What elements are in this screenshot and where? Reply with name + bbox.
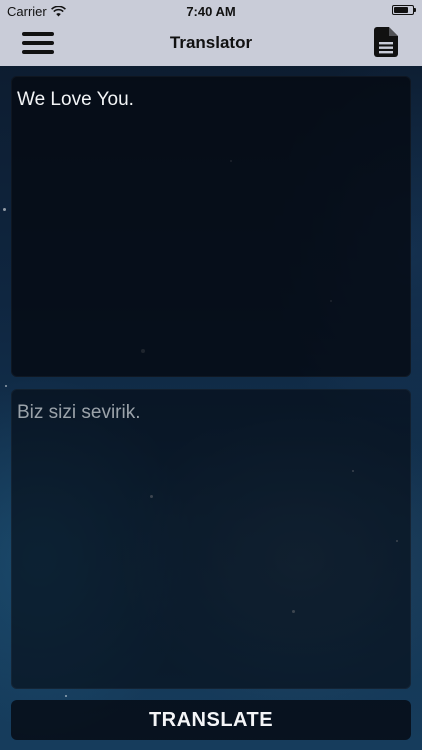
page-title: Translator bbox=[169, 33, 253, 52]
status-bar: Carrier 7:40 AM bbox=[0, 0, 422, 22]
source-text: We Love You. bbox=[17, 89, 134, 110]
document-icon[interactable] bbox=[374, 27, 398, 57]
nav-bar: Translator bbox=[0, 22, 422, 66]
battery-icon bbox=[392, 5, 416, 15]
top-bar: Carrier 7:40 AM Translator bbox=[0, 0, 422, 66]
translate-button[interactable]: TRANSLATE bbox=[11, 700, 411, 740]
source-text-input[interactable]: We Love You. bbox=[11, 76, 411, 377]
star bbox=[5, 385, 7, 387]
translated-text-output[interactable]: Biz sizi sevirik. bbox=[11, 389, 411, 689]
star bbox=[3, 208, 6, 211]
translated-text: Biz sizi sevirik. bbox=[17, 402, 141, 423]
status-time: 7:40 AM bbox=[186, 4, 236, 19]
star bbox=[65, 695, 67, 697]
